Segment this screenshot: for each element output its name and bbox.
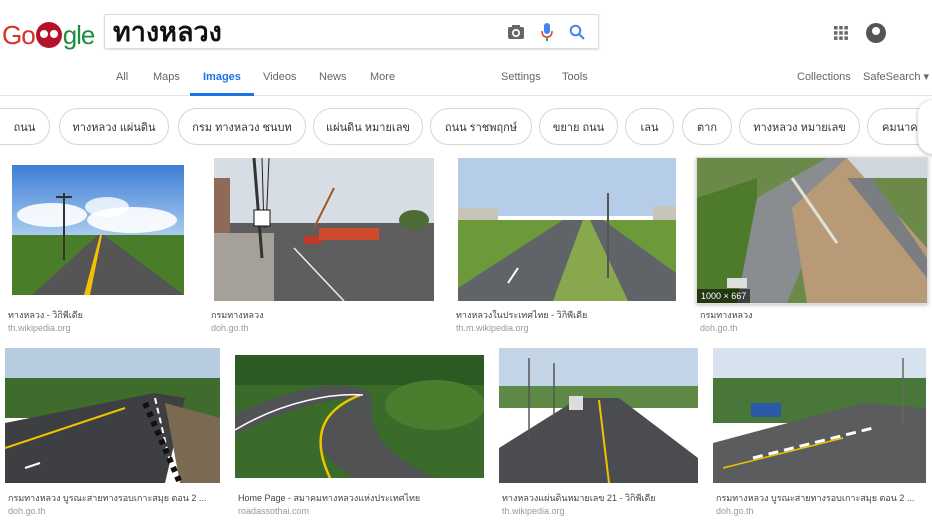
chips-scroll-next-button[interactable] xyxy=(918,100,932,154)
chip[interactable]: กรม ทางหลวง ชนบท xyxy=(178,108,306,145)
chip[interactable]: ขยาย ถนน xyxy=(539,108,618,145)
chip[interactable]: เลน xyxy=(625,108,674,145)
result-thumbnail[interactable] xyxy=(5,348,220,483)
owl-icon xyxy=(35,22,62,48)
result-title[interactable]: กรมทางหลวง xyxy=(211,308,264,322)
image-result[interactable]: 1000 × 667 กรมทางหลวง doh.go.th xyxy=(697,158,929,338)
result-title[interactable]: กรมทางหลวง บูรณะสายทางรอบเกาะสมุย ตอน 2 … xyxy=(8,491,218,505)
apps-grid-icon[interactable] xyxy=(833,25,849,41)
camera-icon[interactable] xyxy=(506,22,526,42)
result-source: doh.go.th xyxy=(8,506,46,516)
microphone-icon[interactable] xyxy=(537,22,557,42)
result-source: doh.go.th xyxy=(700,323,738,333)
result-thumbnail[interactable]: 1000 × 667 xyxy=(697,158,927,303)
chip[interactable]: ถนน xyxy=(0,108,50,145)
search-box[interactable] xyxy=(104,14,599,49)
top-bar: Go gle All Maps Images Videos News More … xyxy=(0,0,932,96)
image-result[interactable]: Home Page - สมาคมทางหลวงแห่งประเทศไทย ro… xyxy=(235,348,485,523)
result-thumbnail[interactable] xyxy=(713,348,926,483)
result-thumbnail[interactable] xyxy=(214,158,434,301)
result-title[interactable]: Home Page - สมาคมทางหลวงแห่งประเทศไทย xyxy=(238,491,420,505)
tab-videos[interactable]: Videos xyxy=(263,70,296,96)
search-input[interactable] xyxy=(113,16,493,46)
safesearch-menu[interactable]: SafeSearch ▾ xyxy=(863,70,929,96)
tab-all[interactable]: All xyxy=(116,70,128,96)
chip[interactable]: ทางหลวง แผ่นดิน xyxy=(59,108,169,145)
result-source: roadassothai.com xyxy=(238,506,310,516)
result-source: th.wikipedia.org xyxy=(8,323,71,333)
image-result[interactable]: กรมทางหลวง บูรณะสายทางรอบเกาะสมุย ตอน 2 … xyxy=(5,348,221,523)
chip[interactable]: ตาก xyxy=(682,108,732,145)
result-title[interactable]: ทางหลวงแผ่นดินหมายเลข 21 - วิกิพีเดีย xyxy=(502,491,656,505)
image-dimensions: 1000 × 667 xyxy=(697,289,751,303)
collections-link[interactable]: Collections xyxy=(797,70,851,96)
chip[interactable]: ทางหลวง หมายเลข xyxy=(739,108,860,145)
tab-maps[interactable]: Maps xyxy=(153,70,180,96)
result-thumbnail[interactable] xyxy=(235,355,484,478)
logo-text-start: Go xyxy=(2,19,36,50)
chip[interactable]: แผ่นดิน หมายเลข xyxy=(313,108,423,145)
result-title[interactable]: กรมทางหลวง xyxy=(700,308,753,322)
result-thumbnail[interactable] xyxy=(12,165,184,295)
image-result[interactable]: กรมทางหลวง doh.go.th xyxy=(208,158,436,338)
result-source: doh.go.th xyxy=(716,506,754,516)
image-result[interactable]: ทางหลวง - วิกิพีเดีย th.wikipedia.org xyxy=(5,158,190,338)
tab-news[interactable]: News xyxy=(319,70,347,96)
image-result[interactable]: กรมทางหลวง บูรณะสายทางรอบเกาะสมุย ตอน 2 … xyxy=(713,348,928,523)
result-thumbnail[interactable] xyxy=(499,348,698,483)
tab-tools[interactable]: Tools xyxy=(562,70,588,96)
result-title[interactable]: ทางหลวง - วิกิพีเดีย xyxy=(8,308,188,322)
logo-text-end: gle xyxy=(62,19,96,50)
tab-images[interactable]: Images xyxy=(190,70,254,96)
search-icon[interactable] xyxy=(567,22,587,42)
image-result[interactable]: ทางหลวงแผ่นดินหมายเลข 21 - วิกิพีเดีย th… xyxy=(499,348,699,523)
result-thumbnail[interactable] xyxy=(458,158,676,301)
result-source: doh.go.th xyxy=(211,323,249,333)
chip[interactable]: ถนน ราชพฤกษ์ xyxy=(430,108,532,145)
search-tabs: All Maps Images Videos News More Setting… xyxy=(0,70,932,96)
tab-settings[interactable]: Settings xyxy=(501,70,541,96)
result-title[interactable]: ทางหลวงในประเทศไทย - วิกิพีเดีย xyxy=(456,308,587,322)
related-search-chips: ถนน ทางหลวง แผ่นดิน กรม ทางหลวง ชนบท แผ่… xyxy=(0,97,932,157)
image-result[interactable]: ทางหลวงในประเทศไทย - วิกิพีเดีย th.m.wik… xyxy=(453,158,681,338)
account-avatar-icon[interactable] xyxy=(866,23,886,43)
google-logo[interactable]: Go gle xyxy=(2,18,96,52)
tab-more[interactable]: More xyxy=(370,70,395,96)
result-source: th.wikipedia.org xyxy=(502,506,565,516)
result-source: th.m.wikipedia.org xyxy=(456,323,529,333)
result-title[interactable]: กรมทางหลวง บูรณะสายทางรอบเกาะสมุย ตอน 2 … xyxy=(716,491,928,505)
